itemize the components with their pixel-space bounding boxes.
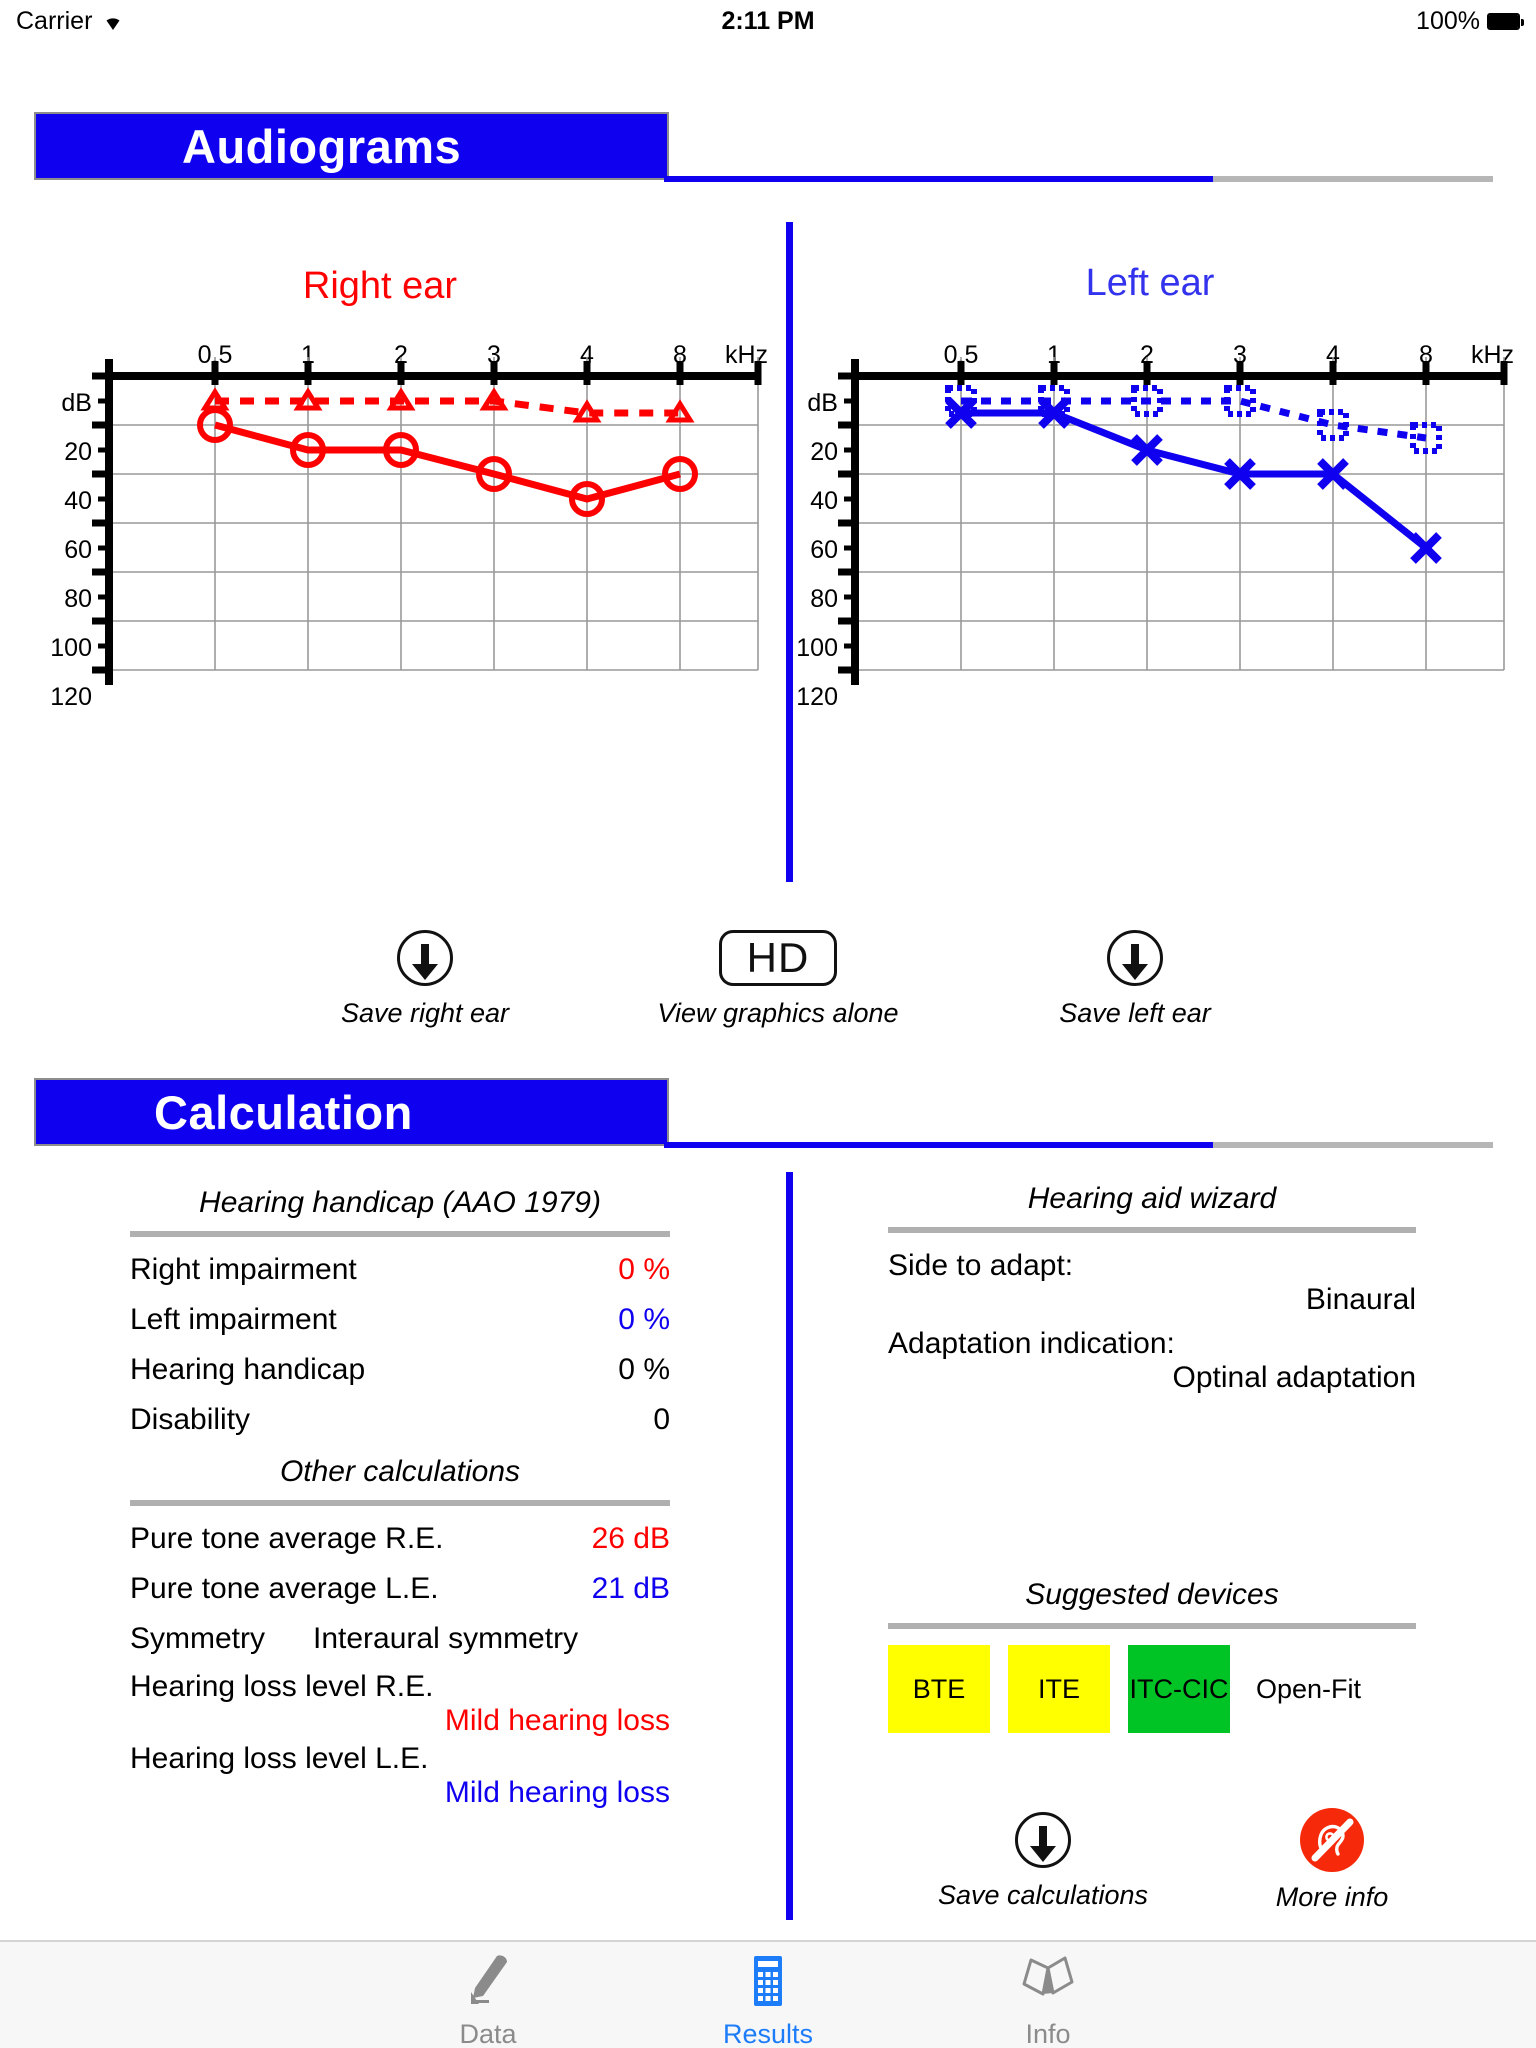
view-graphics-alone-label: View graphics alone [657, 998, 899, 1028]
disability-label: Disability [130, 1403, 251, 1436]
table-row: Hearing loss level L.E. Mild hearing los… [130, 1742, 670, 1810]
calculation-rule-blue [664, 1142, 1213, 1148]
hearing-aid-wizard-title: Hearing aid wizard [1027, 1182, 1277, 1215]
download-arrow-icon [1015, 1812, 1071, 1868]
left-ear-plot [838, 357, 1508, 685]
hearing-handicap-rule [130, 1231, 670, 1237]
save-right-ear-button[interactable]: Save right ear [330, 930, 520, 1029]
more-info-button[interactable]: More info [1222, 1808, 1442, 1913]
suggested-devices-rule [888, 1623, 1416, 1629]
save-left-ear-button[interactable]: Save left ear [1040, 930, 1230, 1029]
symmetry-label: Symmetry [130, 1622, 265, 1655]
other-calculations-rule [130, 1500, 670, 1506]
more-info-label: More info [1275, 1882, 1389, 1912]
tab-results[interactable]: Results [693, 1952, 843, 2048]
table-row: Disability 0 [130, 1403, 670, 1437]
loss-right-value: Mild hearing loss [444, 1704, 670, 1737]
tab-info[interactable]: Info [973, 1952, 1123, 2048]
download-arrow-icon [1107, 930, 1163, 986]
device-chip-ite[interactable]: ITE [1008, 1645, 1110, 1733]
status-bar: Carrier 2:11 PM 100% [0, 0, 1536, 42]
status-bar-right: 100% [1416, 6, 1524, 36]
calculation-title: Calculation [34, 1078, 669, 1146]
left-bone-markers [945, 385, 1442, 454]
pta-left-label: Pure tone average L.E. [130, 1572, 439, 1605]
symmetry-value: Interaural symmetry [313, 1622, 579, 1655]
disability-value: 0 [653, 1403, 670, 1436]
other-calculations-title: Other calculations [279, 1455, 521, 1488]
app-screen: Carrier 2:11 PM 100% Audiograms Right ea… [0, 0, 1536, 2048]
loss-right-label: Hearing loss level R.E. [130, 1670, 434, 1703]
left-impairment-label: Left impairment [130, 1303, 337, 1336]
hearing-handicap-label: Hearing handicap [130, 1353, 366, 1386]
hearing-aid-wizard-panel: Hearing aid wizard Side to adapt: Binaur… [888, 1182, 1416, 1399]
calculation-rule-grey [1213, 1142, 1493, 1148]
pta-right-value: 26 dB [591, 1522, 670, 1555]
pta-right-label: Pure tone average R.E. [130, 1522, 444, 1555]
left-ear-chart[interactable]: Left ear 0.5 1 2 3 4 8 kHz dB 20 40 60 8… [796, 262, 1520, 785]
right-ear-plot [92, 357, 762, 685]
table-row: Pure tone average L.E. 21 dB [130, 1572, 670, 1606]
save-left-ear-label: Save left ear [1059, 998, 1211, 1028]
audiograms-title: Audiograms [34, 112, 669, 180]
save-calculations-label: Save calculations [937, 1880, 1149, 1910]
table-row: Hearing loss level R.E. Mild hearing los… [130, 1670, 670, 1738]
hd-icon: HD [719, 930, 837, 986]
hearing-handicap-value: 0 % [618, 1353, 670, 1386]
calculation-section-header: Calculation [0, 1078, 1536, 1150]
right-air-line [214, 421, 681, 503]
adaptation-indication-row: Adaptation indication: Optinal adaptatio… [888, 1327, 1416, 1395]
calculation-divider [786, 1172, 793, 1920]
side-to-adapt-row: Side to adapt: Binaural [888, 1249, 1416, 1317]
tab-bar: Data Results Info [0, 1940, 1536, 2048]
audiograms-section-header: Audiograms [0, 112, 1536, 184]
right-impairment-value: 0 % [618, 1253, 670, 1286]
left-air-line [961, 409, 1429, 551]
loss-left-value: Mild hearing loss [444, 1776, 670, 1809]
pta-left-value: 21 dB [591, 1572, 670, 1605]
hearing-handicap-panel: Hearing handicap (AAO 1979) Right impair… [130, 1186, 670, 1814]
right-bone-line [215, 397, 680, 417]
tab-results-label: Results [722, 2019, 814, 2048]
save-right-ear-label: Save right ear [340, 998, 510, 1028]
left-bone-line [961, 397, 1427, 442]
right-impairment-label: Right impairment [130, 1253, 357, 1286]
tab-data-label: Data [459, 2019, 517, 2048]
side-to-adapt-value: Binaural [1305, 1283, 1416, 1316]
suggested-devices-list: BTE ITE ITC-CIC Open-Fit [888, 1645, 1416, 1733]
device-chip-itc-cic[interactable]: ITC-CIC [1128, 1645, 1230, 1733]
device-chip-bte[interactable]: BTE [888, 1645, 990, 1733]
tab-info-label: Info [1025, 2019, 1071, 2048]
download-arrow-icon [397, 930, 453, 986]
suggested-devices-panel: Suggested devices BTE ITE ITC-CIC Open-F… [888, 1578, 1416, 1733]
table-row: Symmetry Interaural symmetry [130, 1622, 670, 1656]
device-chip-open-fit[interactable]: Open-Fit [1248, 1645, 1361, 1733]
calculator-icon [754, 1956, 782, 2006]
hearing-handicap-title: Hearing handicap (AAO 1979) [199, 1186, 601, 1219]
table-row: Right impairment 0 % [130, 1253, 670, 1287]
audiograms-rule-blue [664, 176, 1213, 182]
save-calculations-button[interactable]: Save calculations [918, 1812, 1168, 1911]
tab-data[interactable]: Data [413, 1952, 563, 2048]
battery-full-icon [1487, 12, 1524, 30]
pencil-icon [471, 1955, 507, 2004]
deaf-ear-icon [1300, 1808, 1364, 1872]
adaptation-indication-value: Optinal adaptation [1172, 1361, 1416, 1394]
table-row: Left impairment 0 % [130, 1303, 670, 1337]
status-bar-time: 2:11 PM [721, 6, 815, 35]
right-ear-chart[interactable]: Right ear 0.5 1 2 3 4 8 kHz dB 20 40 60 … [30, 265, 768, 785]
battery-percent-label: 100% [1416, 6, 1480, 35]
book-icon [1022, 1956, 1074, 1996]
left-impairment-value: 0 % [618, 1303, 670, 1336]
side-to-adapt-label: Side to adapt: [888, 1249, 1074, 1282]
table-row: Pure tone average R.E. 26 dB [130, 1522, 670, 1556]
audiograms-rule-grey [1213, 176, 1493, 182]
suggested-devices-title: Suggested devices [1025, 1578, 1279, 1611]
hearing-aid-wizard-rule [888, 1227, 1416, 1233]
left-air-markers [945, 397, 1442, 564]
loss-left-label: Hearing loss level L.E. [130, 1742, 429, 1775]
adaptation-indication-label: Adaptation indication: [888, 1327, 1175, 1360]
view-graphics-alone-button[interactable]: HD View graphics alone [640, 930, 916, 1029]
table-row: Hearing handicap 0 % [130, 1353, 670, 1387]
